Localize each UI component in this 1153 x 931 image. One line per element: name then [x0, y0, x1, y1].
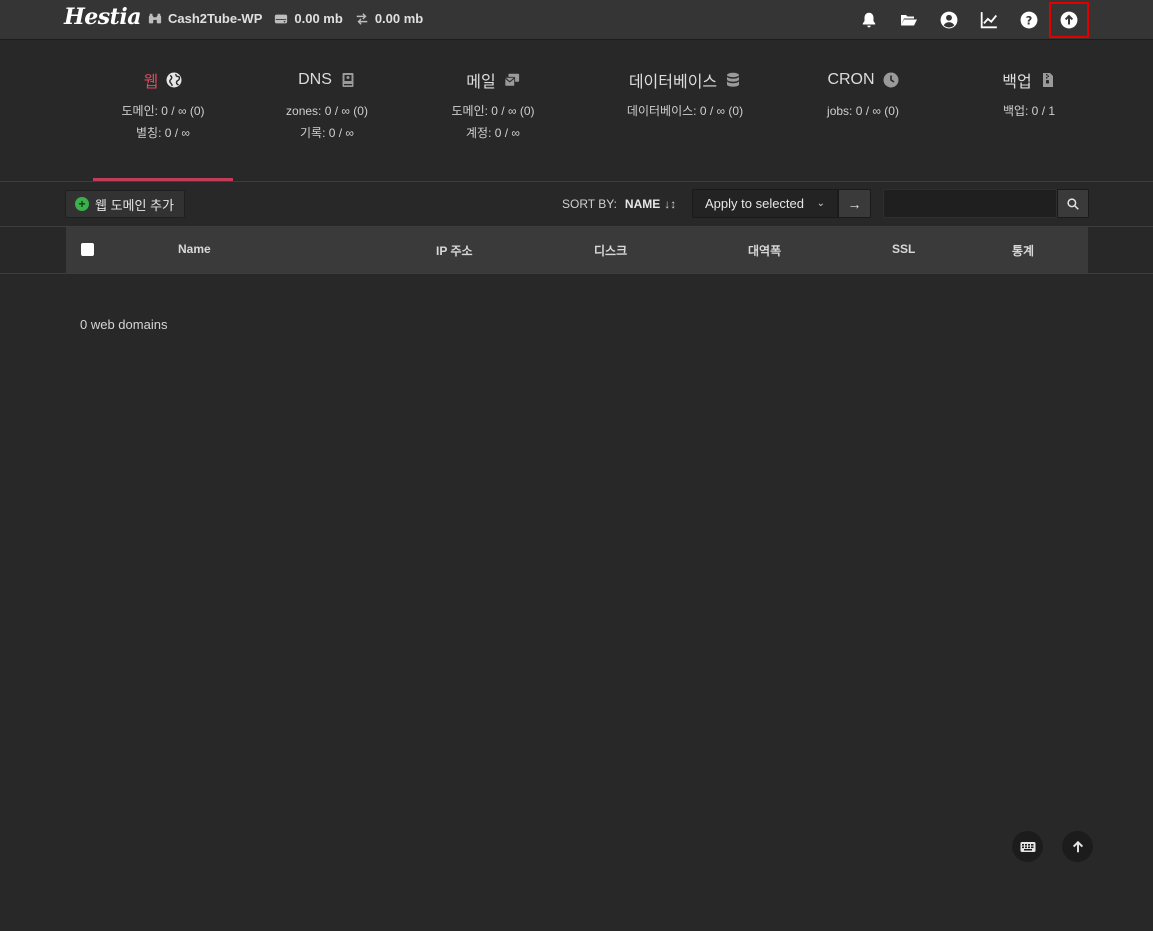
disk-usage: 0.00 mb — [294, 11, 343, 26]
tab-backups-title: 백업 — [959, 60, 1099, 100]
clock-icon — [883, 72, 899, 88]
disk-stat: 0.00 mb — [274, 11, 343, 26]
bandwidth-usage: 0.00 mb — [374, 11, 424, 26]
empty-state-text: 0 web domains — [80, 317, 168, 332]
column-stats[interactable]: 통계 — [1012, 242, 1034, 259]
tab-mail-stat-2: 계정: 0 / ∞ — [466, 126, 520, 140]
tab-web-stat-2: 별칭: 0 / ∞ — [136, 126, 190, 140]
hdd-icon — [275, 14, 288, 23]
bulk-action-select[interactable]: Apply to selected ⌄ — [692, 189, 838, 218]
arrow-up-icon — [1072, 840, 1083, 852]
user-stat[interactable]: Cash2Tube-WP — [148, 11, 262, 26]
search-icon — [1067, 197, 1079, 210]
bandwidth-stat: 0.00 mb — [355, 11, 423, 26]
tab-dns-label: DNS — [298, 71, 332, 88]
tab-databases-label: 데이터베이스 — [628, 74, 718, 91]
tab-databases-title: 데이터베이스 — [605, 60, 765, 100]
tab-dns-stat-1: zones: 0 / ∞ (0) — [286, 104, 368, 118]
book-icon — [342, 73, 354, 87]
tab-cron-stat-1: jobs: 0 / ∞ (0) — [827, 104, 899, 118]
tab-mail-label: 메일 — [466, 74, 496, 91]
tab-dns-stat-2: 기록: 0 / ∞ — [300, 126, 354, 140]
tab-backups-stat-1: 백업: 0 / 1 — [1002, 104, 1056, 118]
sort-icon: ↓↕ — [664, 197, 677, 211]
tab-cron[interactable]: CRON jobs: 0 / ∞ (0) — [793, 60, 933, 182]
mail-icon — [504, 73, 519, 87]
tab-databases-stat-1: 데이터베이스: 0 / ∞ (0) — [626, 104, 744, 118]
search-input[interactable] — [883, 189, 1057, 218]
search-button[interactable] — [1057, 189, 1089, 218]
bulk-action-label: Apply to selected — [705, 196, 805, 211]
add-web-domain-button[interactable]: + 웹 도메인 추가 — [65, 190, 185, 218]
tab-cron-label: CRON — [827, 71, 875, 88]
chevron-down-icon: ⌄ — [816, 198, 825, 209]
hestia-logo[interactable]: Hestia — [64, 4, 141, 36]
database-icon — [727, 72, 740, 87]
arrow-right-icon: → — [847, 195, 862, 212]
tab-web[interactable]: 웹 도메인: 0 / ∞ (0) 별칭: 0 / ∞ — [93, 60, 233, 182]
top-icons: ? — [849, 0, 1089, 40]
svg-text:?: ? — [1026, 15, 1033, 28]
help-icon: ? — [1020, 11, 1038, 29]
update-button[interactable] — [1049, 2, 1089, 38]
add-web-domain-label: 웹 도메인 추가 — [95, 197, 174, 213]
file-archive-icon — [1042, 73, 1053, 87]
sort-control[interactable]: SORT BY: NAME ↓↕ — [562, 197, 676, 211]
apply-button[interactable]: → — [838, 189, 871, 218]
account-stats: Cash2Tube-WP 0.00 mb 0.00 mb — [148, 11, 435, 26]
column-bandwidth[interactable]: 대역폭 — [748, 242, 781, 259]
select-all-checkbox[interactable] — [81, 243, 94, 256]
tab-dns[interactable]: DNS zones: 0 / ∞ (0) 기록: 0 / ∞ — [257, 60, 397, 182]
tab-mail-title: 메일 — [423, 60, 563, 100]
tab-backups-label: 백업 — [1002, 74, 1032, 91]
chart-icon — [980, 12, 998, 29]
user-icon — [940, 11, 958, 29]
statistics-button[interactable] — [969, 0, 1009, 40]
tab-mail[interactable]: 메일 도메인: 0 / ∞ (0) 계정: 0 / ∞ — [423, 60, 563, 182]
binoculars-icon — [148, 13, 162, 23]
tab-web-stat-1: 도메인: 0 / ∞ (0) — [121, 104, 205, 118]
username: Cash2Tube-WP — [168, 11, 263, 26]
file-manager-button[interactable] — [889, 0, 929, 40]
module-tabs: 웹 도메인: 0 / ∞ (0) 별칭: 0 / ∞ DNS zones: 0 … — [93, 60, 1061, 182]
update-icon — [1060, 11, 1078, 29]
sort-label: SORT BY: — [562, 197, 617, 211]
keyboard-shortcuts-button[interactable] — [1012, 831, 1043, 862]
globe-icon — [166, 72, 182, 88]
column-ip[interactable]: IP 주소 — [436, 242, 473, 259]
scroll-to-top-button[interactable] — [1062, 831, 1093, 862]
top-bar: Hestia Cash2Tube-WP 0.00 mb 0.00 mb ? — [0, 0, 1153, 40]
column-name[interactable]: Name — [178, 242, 211, 256]
tab-databases[interactable]: 데이터베이스 데이터베이스: 0 / ∞ (0) — [605, 60, 765, 182]
plus-circle-icon: + — [75, 197, 89, 211]
tab-dns-title: DNS — [257, 60, 397, 100]
folder-icon — [901, 15, 917, 26]
column-ssl[interactable]: SSL — [892, 242, 915, 256]
tab-backups[interactable]: 백업 백업: 0 / 1 — [959, 60, 1099, 182]
user-account-button[interactable] — [929, 0, 969, 40]
keyboard-icon — [1020, 841, 1035, 852]
tab-cron-title: CRON — [793, 60, 933, 100]
table-header: Name IP 주소 디스크 대역폭 SSL 통계 — [66, 227, 1088, 273]
exchange-icon — [356, 12, 368, 25]
toolbar: + 웹 도메인 추가 SORT BY: NAME ↓↕ Apply to sel… — [0, 182, 1153, 226]
divider — [0, 273, 1153, 274]
tab-web-title: 웹 — [93, 60, 233, 100]
sort-value: NAME — [624, 197, 661, 211]
tab-web-label: 웹 — [143, 74, 159, 91]
tab-mail-stat-1: 도메인: 0 / ∞ (0) — [451, 104, 535, 118]
help-button[interactable]: ? — [1009, 0, 1049, 40]
bell-icon — [862, 12, 876, 28]
column-disk[interactable]: 디스크 — [594, 242, 627, 259]
notifications-button[interactable] — [849, 0, 889, 40]
